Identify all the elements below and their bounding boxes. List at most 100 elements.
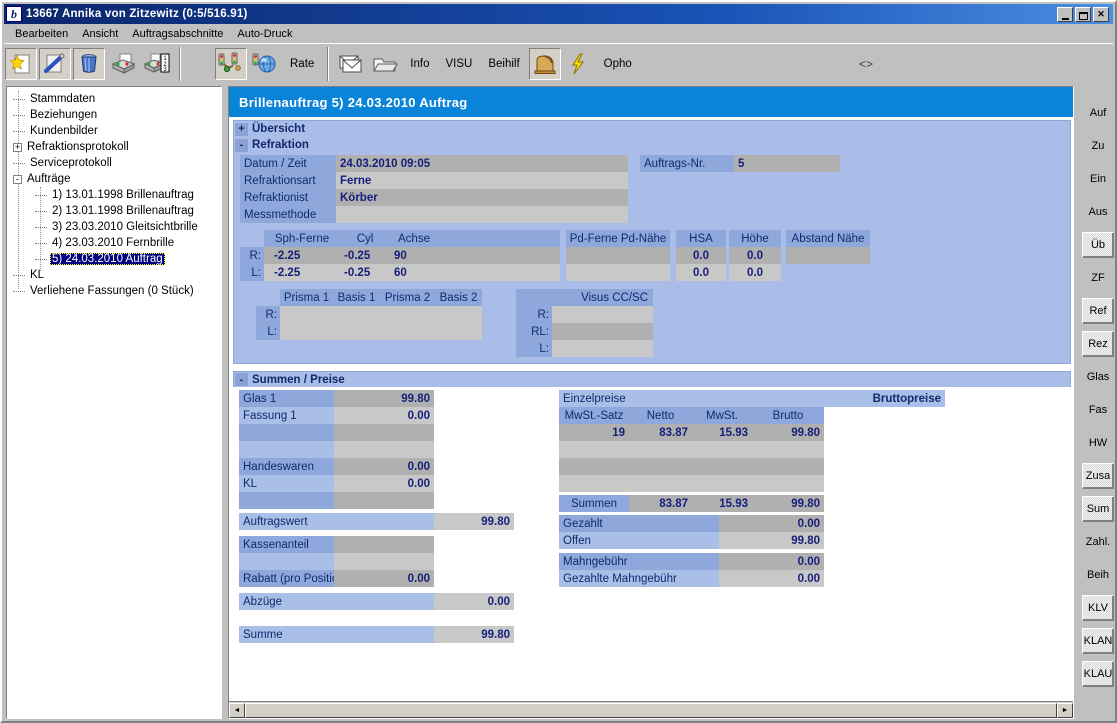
position-row-empty-2[interactable]	[239, 441, 529, 458]
lightning-button[interactable]	[563, 48, 595, 80]
menu-item-ansicht[interactable]: Ansicht	[75, 27, 125, 41]
netto-value[interactable]: 83.87	[629, 424, 692, 441]
summe-row[interactable]: Summe 99.80	[239, 626, 529, 643]
pd-value-l[interactable]	[566, 264, 670, 281]
extra-value-r[interactable]	[438, 247, 560, 264]
side-button-ein[interactable]: Ein	[1082, 166, 1114, 192]
side-button-klv[interactable]: KLV	[1082, 595, 1114, 621]
hoehe-value-r[interactable]: 0.0	[729, 247, 781, 264]
rate-label[interactable]: Rate	[282, 58, 322, 70]
scroll-left-arrow[interactable]: ◄	[229, 702, 245, 718]
mahngebuehr-row[interactable]: Mahngebühr 0.00	[559, 553, 824, 570]
tree-item[interactable]: Kundenbilder	[13, 123, 221, 139]
horizontal-scrollbar[interactable]: ◄ ►	[229, 701, 1073, 718]
tree-item[interactable]: KL	[13, 267, 221, 283]
position-row-fassung1[interactable]: Fassung 1 0.00	[239, 407, 529, 424]
abstand-value-r[interactable]	[786, 247, 870, 264]
hsa-value-r[interactable]: 0.0	[676, 247, 726, 264]
menu-item-auftragsabschnitte[interactable]: Auftragsabschnitte	[125, 27, 230, 41]
achse-value-r[interactable]: 90	[390, 247, 438, 264]
offen-value[interactable]: 99.80	[719, 532, 824, 549]
visus-value-rl[interactable]	[552, 323, 653, 340]
sph-value-r[interactable]: -2.25	[264, 247, 340, 264]
brutto-value[interactable]	[752, 441, 824, 458]
tree-item[interactable]: 2) 13.01.1998 Brillenauftrag	[13, 203, 221, 219]
section-refraktion-header[interactable]: - Refraktion	[234, 137, 1070, 153]
globe-button[interactable]	[249, 48, 281, 80]
tree-item[interactable]: Serviceprotokoll	[13, 155, 221, 171]
netto-value[interactable]	[629, 458, 692, 475]
position-value[interactable]: 0.00	[334, 407, 434, 424]
gezahlte-mahngebuehr-value[interactable]: 0.00	[719, 570, 824, 587]
position-value[interactable]	[334, 424, 434, 441]
tree-collapse-icon[interactable]: -	[13, 174, 22, 184]
side-button-glas[interactable]: Glas	[1082, 364, 1114, 390]
prisma-values-r[interactable]	[280, 306, 482, 323]
tree-item[interactable]: 4) 23.03.2010 Fernbrille	[13, 235, 221, 251]
network-button[interactable]	[215, 47, 247, 80]
mwst-table-row[interactable]	[559, 475, 824, 492]
delete-button[interactable]	[73, 47, 105, 80]
mwst-value[interactable]: 15.93	[692, 424, 752, 441]
gezahlt-value[interactable]: 0.00	[719, 515, 824, 532]
mwst-table-row[interactable]: 19 83.87 15.93 99.80	[559, 424, 824, 441]
mwst-value[interactable]	[692, 458, 752, 475]
mwst-satz-value[interactable]: 19	[559, 424, 629, 441]
abzuege-row[interactable]: Abzüge 0.00	[239, 593, 529, 610]
netto-value[interactable]	[629, 475, 692, 492]
side-button-auf[interactable]: Auf	[1082, 100, 1114, 126]
mwst-value[interactable]	[692, 441, 752, 458]
print-button[interactable]	[107, 48, 139, 80]
position-row-handeswaren[interactable]: Handeswaren 0.00	[239, 458, 529, 475]
side-button-rez[interactable]: Rez	[1082, 331, 1114, 357]
side-button-sum[interactable]: Sum	[1082, 496, 1114, 522]
close-button[interactable]: ✕	[1093, 6, 1109, 22]
auftrags-nr-field[interactable]: Auftrags-Nr. 5	[640, 155, 840, 172]
tree-item[interactable]: 3) 23.03.2010 Gleitsichtbrille	[13, 219, 221, 235]
rabatt-value[interactable]: 0.00	[334, 570, 434, 587]
field-refraktionsart[interactable]: Refraktionsart Ferne	[240, 172, 628, 189]
tree-item[interactable]: 1) 13.01.1998 Brillenauftrag	[13, 187, 221, 203]
section-uebersicht-header[interactable]: + Übersicht	[234, 121, 1070, 137]
tree-expand-icon[interactable]: +	[13, 142, 22, 152]
field-datum-zeit[interactable]: Datum / Zeit 24.03.2010 09:05	[240, 155, 628, 172]
mwst-satz-value[interactable]	[559, 441, 629, 458]
hoehe-value-l[interactable]: 0.0	[729, 264, 781, 281]
kassen-value[interactable]	[334, 553, 434, 570]
side-button-b[interactable]: Üb	[1082, 232, 1114, 258]
visus-value-l[interactable]	[552, 340, 653, 357]
cyl-value-l[interactable]: -0.25	[340, 264, 390, 281]
prisma-values-l[interactable]	[280, 323, 482, 340]
kassen-value[interactable]	[334, 536, 434, 553]
position-value[interactable]: 0.00	[334, 458, 434, 475]
menu-item-auto-druck[interactable]: Auto-Druck	[230, 27, 299, 41]
side-button-zu[interactable]: Zu	[1082, 133, 1114, 159]
edit-button[interactable]	[39, 47, 71, 80]
brutto-value[interactable]: 99.80	[752, 424, 824, 441]
visu-label[interactable]: VISU	[437, 58, 480, 70]
mwst-table-row[interactable]	[559, 458, 824, 475]
toolbar-overflow-icon[interactable]: <>	[859, 57, 873, 71]
mwst-table-row[interactable]	[559, 441, 824, 458]
tree-item[interactable]: Verliehene Fassungen (0 Stück)	[13, 283, 221, 299]
rabatt-row[interactable]: Rabatt (pro Position) 0.00	[239, 570, 529, 587]
position-row-glas1[interactable]: Glas 1 99.80	[239, 390, 529, 407]
opho-label[interactable]: Opho	[596, 58, 640, 70]
offen-row[interactable]: Offen 99.80	[559, 532, 824, 549]
navigation-tree-panel[interactable]: Stammdaten Beziehungen Kundenbilder + Refrak…	[6, 86, 222, 719]
position-value[interactable]	[334, 492, 434, 509]
auftragswert-row[interactable]: Auftragswert 99.80	[239, 513, 529, 530]
field-refraktionist[interactable]: Refraktionist Körber	[240, 189, 628, 206]
minimize-button[interactable]	[1057, 6, 1073, 22]
scroll-thumb[interactable]	[245, 702, 1057, 718]
lens-grinder-button[interactable]	[528, 47, 561, 80]
pd-value-r[interactable]	[566, 247, 670, 264]
side-button-hw[interactable]: HW	[1082, 430, 1114, 456]
kassenanteil-row[interactable]: Kassenanteil	[239, 536, 529, 553]
side-button-klau[interactable]: KLAU	[1082, 661, 1114, 687]
field-value[interactable]: Ferne	[336, 172, 628, 189]
kassen-empty-row[interactable]	[239, 553, 529, 570]
mahngebuehr-value[interactable]: 0.00	[719, 553, 824, 570]
refraktion-toggle-icon[interactable]: -	[235, 138, 248, 152]
side-button-klan[interactable]: KLAN	[1082, 628, 1114, 654]
